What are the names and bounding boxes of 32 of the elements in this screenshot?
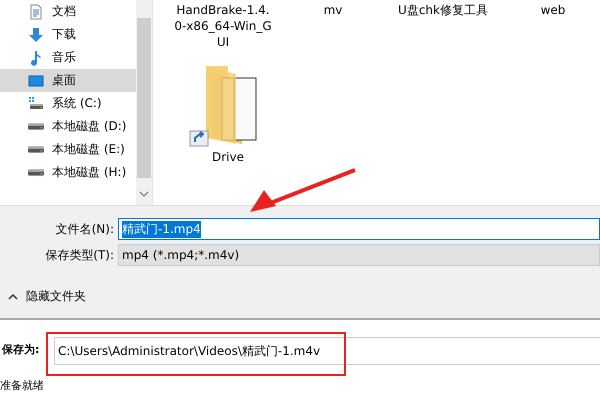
status-text: 准备就绪 — [0, 378, 45, 394]
drive-icon — [28, 169, 44, 176]
file-name[interactable]: U盘chk修复工具 — [388, 0, 498, 20]
folder-name[interactable]: Drive — [212, 150, 244, 164]
file-name[interactable]: HandBrake-1.4.0-x86_64-Win_GUI — [173, 0, 273, 52]
save-as-label: 保存为: — [0, 342, 40, 356]
file-name-field[interactable]: 精武门-1.mp4 — [118, 218, 600, 240]
chevron-up-icon — [8, 294, 18, 300]
chevron-down-icon[interactable] — [139, 191, 149, 197]
sidebar-item[interactable]: 本地磁盘 (D:) — [0, 115, 136, 138]
file-name[interactable]: mv — [278, 0, 388, 20]
music-note-icon — [28, 50, 44, 66]
desktop-icon — [28, 72, 44, 88]
document-icon — [28, 4, 44, 20]
sidebar-item[interactable]: 文档 — [0, 0, 136, 23]
sidebar-item[interactable]: 桌面 — [0, 69, 136, 92]
sidebar-item[interactable]: 系统 (C:) — [0, 92, 136, 115]
file-type-dropdown[interactable]: mp4 (*.mp4;*.m4v) — [118, 244, 600, 266]
file-type-label: 保存类型(T): — [44, 246, 115, 264]
sidebar-item[interactable]: 本地磁盘 (E:) — [0, 138, 136, 161]
download-arrow-icon — [28, 26, 44, 42]
save-as-field[interactable]: C:\Users\Administrator\Videos\精武门-1.m4v — [54, 337, 600, 365]
drive-icon — [28, 123, 44, 130]
file-name-label: 文件名(N): — [54, 220, 115, 238]
hide-folders-toggle[interactable]: 隐藏文件夹 — [8, 288, 86, 305]
scrollbar[interactable] — [136, 0, 152, 205]
system-drive-icon — [28, 96, 44, 112]
sidebar-item[interactable]: 音乐 — [0, 46, 136, 69]
drive-icon — [28, 146, 44, 153]
sidebar-item[interactable]: 下载 — [0, 23, 136, 46]
sidebar-item[interactable]: 本地磁盘 (H:) — [0, 161, 136, 184]
file-name[interactable]: web — [498, 0, 600, 20]
